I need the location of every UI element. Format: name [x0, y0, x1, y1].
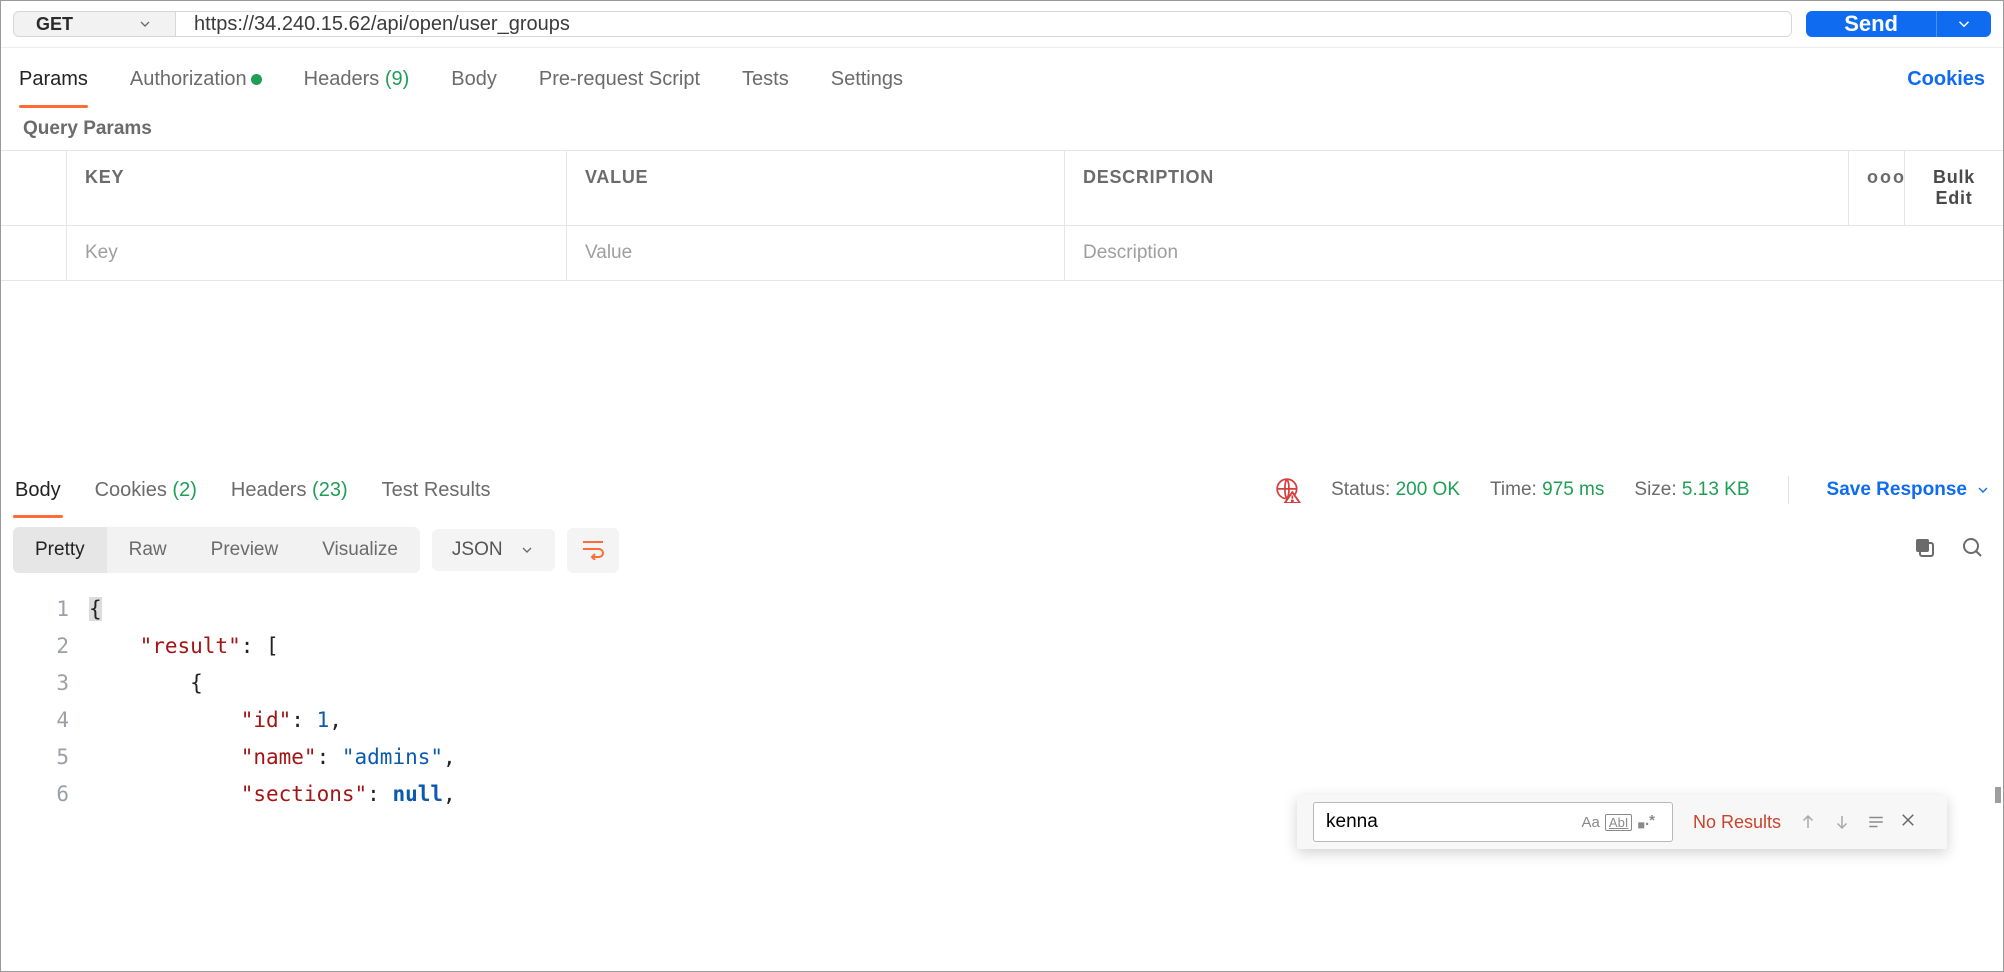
chevron-down-icon	[1955, 15, 1973, 33]
search-icon	[1961, 536, 1985, 560]
resp-tab-cookies-label: Cookies	[95, 479, 167, 501]
find-input[interactable]	[1326, 811, 1577, 833]
find-no-results: No Results	[1683, 812, 1791, 833]
tab-headers-label: Headers	[304, 68, 380, 90]
tab-settings-label: Settings	[831, 68, 903, 90]
line-gutter: 1 2 3 4 5 6	[1, 581, 89, 971]
tab-prerequest-label: Pre-request Script	[539, 68, 700, 90]
find-bar: Aa AbI ■.* No Results	[1297, 795, 1947, 849]
save-response-button[interactable]: Save Response	[1827, 479, 1991, 501]
body-format-label: JSON	[452, 539, 503, 561]
query-params-title: Query Params	[1, 108, 2003, 150]
http-method-label: GET	[36, 14, 73, 35]
view-preview-button[interactable]: Preview	[189, 527, 301, 573]
wrap-icon	[581, 538, 605, 560]
wrap-lines-button[interactable]	[567, 528, 619, 573]
params-description-input[interactable]	[1083, 242, 1985, 264]
resp-tab-headers[interactable]: Headers (23)	[229, 465, 350, 516]
resp-tab-cookies-count: (2)	[172, 479, 196, 501]
params-description-header: DESCRIPTION	[1065, 151, 1849, 225]
view-visualize-button[interactable]: Visualize	[300, 527, 420, 573]
copy-response-button[interactable]	[1907, 530, 1943, 571]
status-code: Status: 200 OK	[1331, 479, 1460, 501]
bulk-edit-button[interactable]: Bulk Edit	[1905, 151, 2003, 225]
status-time: Time: 975 ms	[1490, 479, 1604, 501]
http-method-select[interactable]: GET	[14, 12, 176, 36]
tab-params-label: Params	[19, 68, 88, 90]
tab-body[interactable]: Body	[451, 54, 497, 105]
tab-headers[interactable]: Headers (9)	[304, 54, 410, 105]
response-body-editor[interactable]: 1 2 3 4 5 6 { "result": [ { "id": 1, "na…	[1, 581, 2003, 971]
params-row-grip[interactable]	[1, 226, 67, 280]
params-key-header: KEY	[67, 151, 567, 225]
scroll-marker	[1995, 787, 2001, 803]
send-dropdown-button[interactable]	[1936, 11, 1991, 37]
status-size: Size: 5.13 KB	[1634, 479, 1749, 501]
regex-toggle[interactable]: ■.*	[1632, 812, 1660, 832]
resp-tab-cookies[interactable]: Cookies (2)	[93, 465, 199, 516]
view-pretty-button[interactable]: Pretty	[13, 527, 107, 573]
params-value-input[interactable]	[585, 242, 1046, 264]
tab-tests[interactable]: Tests	[742, 54, 789, 105]
match-case-toggle[interactable]: Aa	[1577, 814, 1605, 831]
chevron-down-icon	[137, 16, 153, 32]
tab-params[interactable]: Params	[19, 54, 88, 105]
body-format-select[interactable]: JSON	[432, 529, 555, 571]
query-params-table: KEY VALUE DESCRIPTION ooo Bulk Edit	[1, 150, 2003, 281]
params-value-header: VALUE	[567, 151, 1065, 225]
resp-tab-body-label: Body	[15, 479, 61, 501]
resp-tab-test-results[interactable]: Test Results	[380, 465, 493, 516]
copy-icon	[1913, 536, 1937, 560]
tab-prerequest[interactable]: Pre-request Script	[539, 54, 700, 105]
resp-tab-headers-label: Headers	[231, 479, 307, 501]
resp-tab-body[interactable]: Body	[13, 465, 63, 516]
view-raw-button[interactable]: Raw	[107, 527, 189, 573]
network-warning-icon[interactable]	[1275, 477, 1301, 503]
resp-tab-headers-count: (23)	[312, 479, 348, 501]
tab-headers-count: (9)	[385, 68, 409, 90]
chevron-down-icon	[1975, 482, 1991, 498]
tab-authorization[interactable]: Authorization	[130, 54, 262, 105]
find-input-wrap: Aa AbI ■.*	[1313, 802, 1673, 842]
tab-settings[interactable]: Settings	[831, 54, 903, 105]
view-mode-segment: Pretty Raw Preview Visualize	[13, 527, 420, 573]
cookies-link[interactable]: Cookies	[1907, 68, 1985, 91]
request-url-input[interactable]	[176, 12, 1791, 36]
find-close-button[interactable]	[1893, 811, 1923, 834]
params-grip-header	[1, 151, 67, 225]
chevron-down-icon	[519, 542, 535, 558]
search-response-button[interactable]	[1955, 530, 1991, 571]
tab-tests-label: Tests	[742, 68, 789, 90]
save-response-label: Save Response	[1827, 479, 1967, 501]
find-filter-button[interactable]	[1859, 813, 1893, 831]
tab-authorization-label: Authorization	[130, 68, 247, 90]
authorization-active-dot	[251, 74, 262, 85]
code-content: { "result": [ { "id": 1, "name": "admins…	[89, 581, 456, 971]
params-key-input[interactable]	[85, 242, 548, 264]
tab-body-label: Body	[451, 68, 497, 90]
find-prev-button[interactable]	[1791, 813, 1825, 831]
whole-word-toggle[interactable]: AbI	[1605, 814, 1633, 831]
send-button[interactable]: Send	[1806, 11, 1936, 37]
find-next-button[interactable]	[1825, 813, 1859, 831]
params-more-button[interactable]: ooo	[1849, 151, 1905, 225]
resp-tab-test-results-label: Test Results	[382, 479, 491, 501]
